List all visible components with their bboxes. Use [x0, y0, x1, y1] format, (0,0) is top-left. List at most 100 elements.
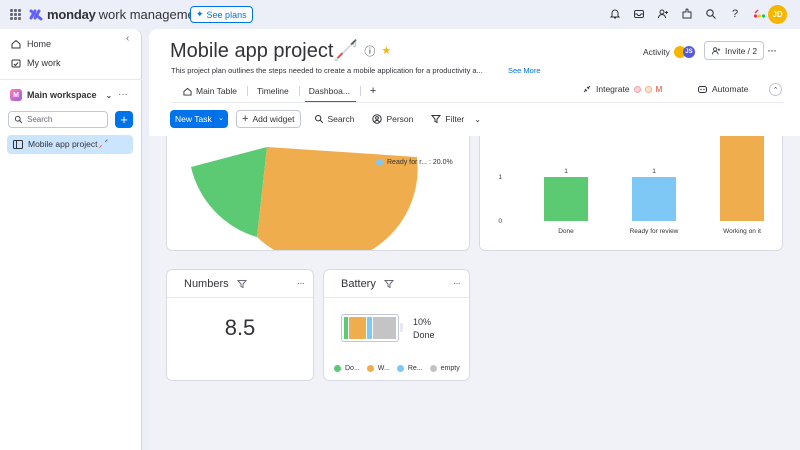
filter-icon[interactable]: [383, 279, 394, 289]
bar-chart: 0 1 1 Done 1 Ready for review Working on it: [498, 136, 764, 235]
person-label: Person: [386, 114, 414, 124]
top-bar: monday work management ✦ See plans ? JD: [0, 0, 800, 29]
automate-label: Automate: [712, 84, 749, 94]
sidebar-search-input[interactable]: Search: [8, 111, 108, 128]
star-icon[interactable]: ★: [381, 44, 391, 57]
search-label: Search: [327, 114, 355, 124]
new-task-button[interactable]: New Task ⌄: [170, 110, 228, 128]
x-tick-label: Working on it: [723, 228, 761, 235]
integrate-label: Integrate: [596, 84, 630, 94]
board-title[interactable]: Mobile app project🦯: [170, 38, 358, 63]
sidebar-item-my-work[interactable]: My work: [11, 58, 61, 68]
sidebar-divider: [0, 79, 142, 80]
filter-button[interactable]: Filter ⌄: [426, 110, 486, 128]
search-icon[interactable]: [704, 7, 718, 21]
widget-title[interactable]: Battery: [341, 278, 376, 290]
legend-item: empty: [429, 365, 460, 372]
see-plans-button[interactable]: ✦ See plans: [190, 6, 253, 23]
tab-main-table[interactable]: Main Table: [173, 81, 247, 101]
integrate-icon: [583, 85, 591, 93]
collapse-sidebar-icon[interactable]: ‹: [126, 33, 138, 45]
monday-products-icon[interactable]: [752, 7, 766, 21]
chevron-down-icon: ⌄: [105, 90, 113, 100]
tab-label: Main Table: [196, 86, 237, 96]
add-widget-button[interactable]: + Add widget: [236, 110, 301, 128]
invite-members-icon[interactable]: [656, 7, 670, 21]
bar-value-label: 1: [564, 168, 568, 175]
tab-label: Dashboa...: [308, 86, 350, 96]
chevron-down-icon[interactable]: ⌄: [218, 114, 224, 122]
filter-icon[interactable]: [236, 279, 247, 289]
activity-label: Activity: [643, 47, 670, 57]
legend-swatch: [334, 365, 341, 372]
sidebar-item-label: Mobile app project🦯: [28, 139, 109, 149]
y-tick-label: 1: [498, 174, 502, 181]
chevron-down-icon[interactable]: ⌄: [474, 115, 481, 124]
main-panel: Mobile app project🦯 ⓘ ★ This project pla…: [149, 29, 800, 450]
board-description: This project plan outlines the steps nee…: [171, 66, 483, 75]
bar-ready-for-review: [632, 177, 676, 221]
automate-button[interactable]: Automate: [697, 84, 748, 94]
battery-legend: Do... W... Re... empty: [334, 365, 460, 372]
widget-more-icon[interactable]: ···: [453, 278, 461, 289]
workspace-selector[interactable]: M Main workspace ⌄: [10, 89, 112, 101]
pie-legend-item: Ready for r... : 20.0%: [376, 159, 453, 166]
bar-chart-widget[interactable]: 0 1 1 Done 1 Ready for review Working on it: [479, 136, 783, 251]
tab-timeline[interactable]: Timeline: [246, 81, 299, 101]
home-icon: [11, 39, 21, 49]
legend-swatch: [366, 365, 374, 372]
search-button[interactable]: Search: [309, 110, 360, 128]
search-icon: [14, 115, 23, 124]
sidebar-item-board[interactable]: Mobile app project🦯: [7, 135, 133, 154]
bell-icon[interactable]: [608, 7, 622, 21]
workspace-more-icon[interactable]: ···: [118, 89, 128, 100]
pie-chart-widget[interactable]: Ready for r... : 20.0%: [166, 136, 470, 251]
help-icon[interactable]: ?: [728, 7, 742, 21]
sidebar-item-home[interactable]: Home: [11, 39, 51, 49]
numbers-widget[interactable]: Numbers ··· 8.5: [166, 269, 314, 381]
integrate-button[interactable]: Integrate M: [582, 84, 662, 94]
pie-chart: [191, 147, 418, 250]
split-divider: [213, 110, 214, 128]
calendar-check-icon: [11, 59, 21, 68]
plus-icon: +: [242, 113, 249, 125]
activity-button[interactable]: Activity JS: [643, 46, 695, 58]
tab-dashboard[interactable]: Dashboa...: [298, 81, 360, 103]
collapse-header-button[interactable]: ⌃: [769, 83, 782, 96]
apps-marketplace-icon[interactable]: [680, 7, 694, 21]
person-filter-button[interactable]: Person: [367, 110, 418, 128]
see-more-link[interactable]: See More: [508, 66, 541, 75]
bar-working-on-it: [720, 136, 764, 221]
brand-name: monday: [47, 7, 96, 22]
sidebar-item-label: My work: [27, 58, 61, 68]
add-item-button[interactable]: +: [115, 111, 133, 128]
battery-widget[interactable]: Battery ··· 10% Done Do... W... Re... em…: [323, 269, 470, 381]
board-more-icon[interactable]: ···: [767, 43, 777, 57]
user-avatar[interactable]: JD: [768, 5, 787, 24]
logo[interactable]: monday work management: [29, 7, 206, 22]
sparkle-icon: ✦: [196, 9, 204, 19]
legend-item: W...: [366, 365, 390, 372]
widget-title[interactable]: Numbers: [184, 278, 229, 290]
battery-percent: 10%: [413, 317, 432, 327]
add-view-button[interactable]: +: [359, 81, 386, 101]
y-tick-label: 0: [498, 218, 502, 225]
legend-label: W...: [377, 365, 390, 372]
inbox-icon[interactable]: [632, 7, 646, 21]
legend-label: Ready for r... : 20.0%: [387, 159, 453, 166]
battery-segment-empty: [372, 317, 396, 339]
invite-button[interactable]: Invite / 2: [704, 41, 765, 60]
view-tabs: Main Table Timeline Dashboa... +: [173, 81, 386, 103]
apps-grid-icon[interactable]: [10, 9, 21, 20]
tabs-divider: [171, 102, 783, 103]
page-title: Mobile app project🦯 ⓘ ★: [170, 38, 391, 63]
legend-label: empty: [440, 365, 460, 372]
legend-label: Re...: [407, 365, 423, 372]
legend-swatch: [376, 159, 383, 166]
x-tick-label: Ready for review: [630, 228, 679, 235]
battery-status-label: Done: [413, 330, 435, 340]
numbers-value: 8.5: [224, 315, 256, 340]
widget-more-icon[interactable]: ···: [297, 278, 305, 289]
robot-icon: [698, 86, 707, 93]
info-icon[interactable]: ⓘ: [364, 43, 375, 59]
